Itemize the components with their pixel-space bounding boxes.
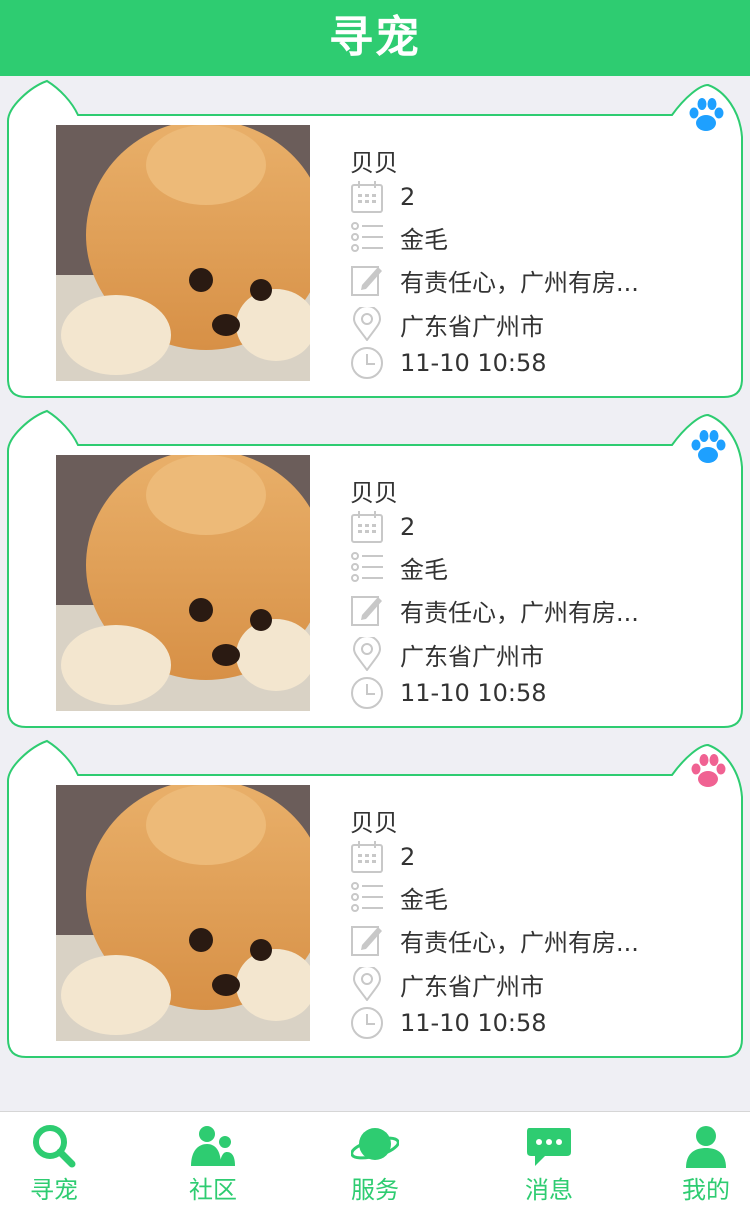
pet-location: 广东省广州市	[400, 642, 544, 671]
paw-icon	[691, 430, 726, 463]
tab-label: 消息	[525, 1176, 573, 1204]
pet-location: 广东省广州市	[400, 312, 544, 341]
page-title: 寻宠	[329, 12, 421, 63]
tab-label: 服务	[351, 1176, 399, 1204]
pet-age: 2	[400, 843, 416, 871]
clock-icon	[351, 1007, 383, 1039]
age-row: 2	[350, 509, 415, 545]
pet-breed: 金毛	[400, 225, 448, 254]
description-row: 有责任心，广州有房...	[350, 922, 639, 958]
pet-age: 2	[400, 513, 416, 541]
time-row: 11-10 10:58	[350, 1005, 547, 1041]
pet-card[interactable]: 贝贝 2 金毛 有责任心，广州有房... 广东省广州市 11-10 10:58	[0, 737, 750, 1063]
pet-breed: 金毛	[400, 885, 448, 914]
description-row: 有责任心，广州有房...	[350, 592, 639, 628]
calendar-icon	[351, 181, 383, 213]
tab-services[interactable]: 服务	[300, 1112, 450, 1207]
location-pin-icon	[352, 967, 382, 1001]
tab-label: 我的	[682, 1176, 730, 1204]
edit-icon	[351, 926, 382, 956]
paw-icon	[691, 754, 726, 787]
time-row: 11-10 10:58	[350, 675, 547, 711]
tab-label: 寻宠	[30, 1176, 78, 1204]
tab-community[interactable]: 社区	[138, 1112, 288, 1207]
breed-row: 金毛	[350, 219, 448, 255]
pet-name: 贝贝	[350, 809, 398, 837]
breed-row: 金毛	[350, 549, 448, 585]
age-row: 2	[350, 839, 415, 875]
edit-icon	[351, 266, 382, 296]
pet-location: 广东省广州市	[400, 972, 544, 1001]
pet-breed: 金毛	[400, 555, 448, 584]
pet-name: 贝贝	[350, 149, 398, 177]
pet-time: 11-10 10:58	[400, 349, 547, 377]
clock-icon	[351, 347, 383, 379]
edit-icon	[351, 596, 382, 626]
planet-icon	[351, 1128, 399, 1160]
pet-description: 有责任心，广州有房...	[400, 268, 639, 297]
app-header: 寻宠	[0, 0, 750, 76]
location-pin-icon	[352, 637, 382, 671]
paw-icon	[689, 98, 724, 131]
location-row: 广东省广州市	[350, 966, 544, 1002]
message-icon	[527, 1128, 571, 1166]
search-icon	[33, 1125, 76, 1168]
age-row: 2	[350, 179, 415, 215]
pet-description: 有责任心，广州有房...	[400, 598, 639, 627]
tab-label: 社区	[189, 1176, 237, 1204]
description-row: 有责任心，广州有房...	[350, 262, 639, 298]
bottom-tab-bar: 寻宠 社区 服务 消息 我的	[0, 1111, 750, 1207]
pet-card[interactable]: 贝贝 2 金毛 有责任心，广州有房... 广东省广州市 11-10 10:58	[0, 407, 750, 733]
list-icon	[351, 222, 383, 252]
pet-time: 11-10 10:58	[400, 1009, 547, 1037]
pet-name: 贝贝	[350, 479, 398, 507]
location-row: 广东省广州市	[350, 306, 544, 342]
clock-icon	[351, 677, 383, 709]
calendar-icon	[351, 511, 383, 543]
breed-row: 金毛	[350, 879, 448, 915]
community-icon	[191, 1126, 235, 1166]
profile-icon	[686, 1126, 726, 1168]
list-icon	[351, 552, 383, 582]
tab-messages[interactable]: 消息	[474, 1112, 624, 1207]
location-pin-icon	[352, 307, 382, 341]
list-icon	[351, 882, 383, 912]
pet-description: 有责任心，广州有房...	[400, 928, 639, 957]
pet-age: 2	[400, 183, 416, 211]
pet-time: 11-10 10:58	[400, 679, 547, 707]
tab-find-pet[interactable]: 寻宠	[0, 1112, 129, 1207]
calendar-icon	[351, 841, 383, 873]
pet-photo[interactable]	[56, 785, 310, 1041]
time-row: 11-10 10:58	[350, 345, 547, 381]
pet-card[interactable]: 贝贝 2 金毛 有责任心，广州有房... 广东省广州市 11-10 10:58	[0, 77, 750, 403]
location-row: 广东省广州市	[350, 636, 544, 672]
tab-profile[interactable]: 我的	[631, 1112, 750, 1207]
pet-photo[interactable]	[56, 455, 310, 711]
pet-photo[interactable]	[56, 125, 310, 381]
